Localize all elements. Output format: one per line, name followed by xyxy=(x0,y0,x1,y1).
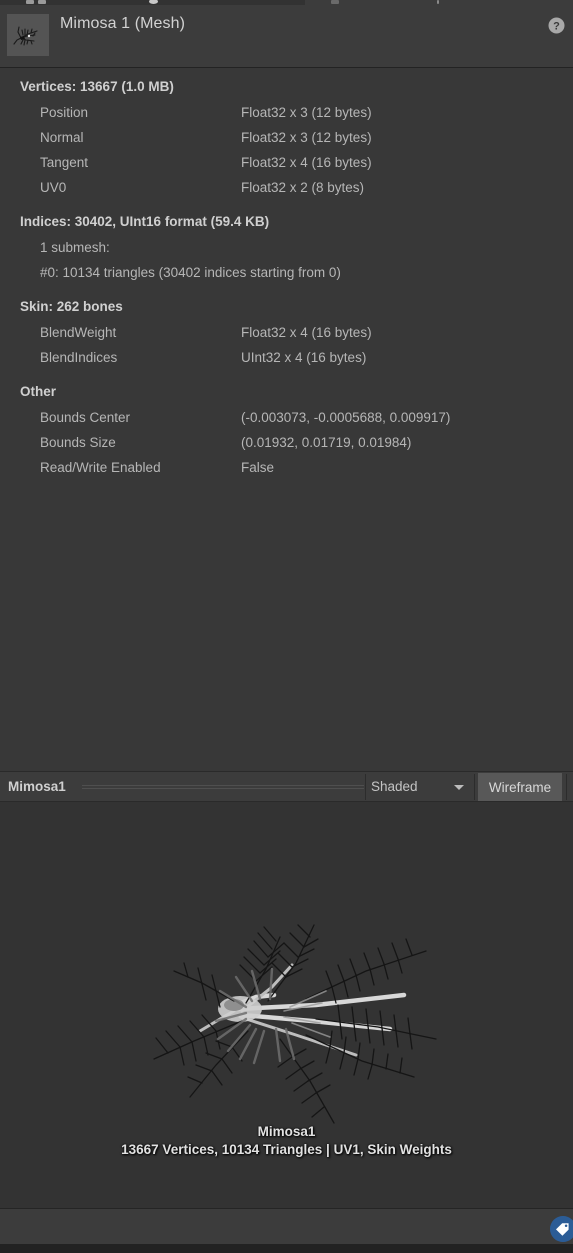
shading-mode-dropdown[interactable]: Shaded xyxy=(366,773,472,801)
page-title: Mimosa 1 (Mesh) xyxy=(60,15,186,32)
chevron-down-icon xyxy=(454,785,464,790)
mesh-thumbnail-icon[interactable] xyxy=(7,14,49,56)
row-label-uv0: UV0 xyxy=(40,180,67,195)
group-title-vertices: Vertices: 13667 (1.0 MB) xyxy=(20,79,174,94)
group-title-indices: Indices: 30402, UInt16 format (59.4 KB) xyxy=(20,214,270,229)
unity-inspector-window: Mimosa 1 (Mesh) ? Vertices: 13667 (1.0 M… xyxy=(0,0,573,1253)
row-value-uv0: Float32 x 2 (8 bytes) xyxy=(241,180,365,195)
row-value-blendindices: UInt32 x 4 (16 bytes) xyxy=(241,350,367,365)
object-header: Mimosa 1 (Mesh) ? xyxy=(0,5,573,68)
preview-object-name: Mimosa1 xyxy=(8,779,66,794)
mesh-preview-viewport[interactable]: Mimosa1 13667 Vertices, 10134 Triangles … xyxy=(0,802,573,1208)
tag-icon[interactable] xyxy=(550,1216,573,1242)
row-label-read-write: Read/Write Enabled xyxy=(40,460,161,475)
row-value-bounds-size: (0.01932, 0.01719, 0.01984) xyxy=(241,435,412,450)
mesh-info-body: Vertices: 13667 (1.0 MB) Position Float3… xyxy=(0,69,573,771)
row-submesh-count: 1 submesh: xyxy=(40,240,110,255)
row-value-read-write: False xyxy=(241,460,275,475)
row-label-blendindices: BlendIndices xyxy=(40,350,118,365)
wireframe-button[interactable]: Wireframe xyxy=(478,773,562,801)
wireframe-button-label: Wireframe xyxy=(488,779,552,795)
inspector-icon xyxy=(330,0,339,4)
shading-mode-label: Shaded xyxy=(371,779,418,794)
svg-text:?: ? xyxy=(553,20,560,32)
row-value-normal: Float32 x 3 (12 bytes) xyxy=(241,130,372,145)
preview-overlay-stats: 13667 Vertices, 10134 Triangles | UV1, S… xyxy=(121,1142,452,1157)
preview-drag-handle[interactable] xyxy=(82,785,364,790)
preview-toolbar: Mimosa1 Shaded Wireframe xyxy=(0,771,573,802)
group-title-skin: Skin: 262 bones xyxy=(20,299,123,314)
row-label-blendweight: BlendWeight xyxy=(40,325,117,340)
row-value-tangent: Float32 x 4 (16 bytes) xyxy=(241,155,372,170)
row-value-blendweight: Float32 x 4 (16 bytes) xyxy=(241,325,372,340)
row-label-tangent: Tangent xyxy=(40,155,89,170)
inspector-icon-2 xyxy=(436,0,439,4)
row-submesh-0: #0: 10134 triangles (30402 indices start… xyxy=(40,265,341,280)
project-icon xyxy=(148,0,158,4)
window-footer-strip xyxy=(0,1244,573,1253)
hierarchy-icon xyxy=(26,0,34,4)
group-title-other: Other xyxy=(20,384,57,399)
preview-overlay-name: Mimosa1 xyxy=(257,1124,316,1139)
row-label-bounds-center: Bounds Center xyxy=(40,410,131,425)
preview-overlay-info: Mimosa1 13667 Vertices, 10134 Triangles … xyxy=(0,1123,573,1159)
row-label-position: Position xyxy=(40,105,89,120)
row-label-normal: Normal xyxy=(40,130,84,145)
hierarchy-icon-2 xyxy=(38,0,46,4)
help-icon[interactable]: ? xyxy=(548,17,565,34)
row-value-position: Float32 x 3 (12 bytes) xyxy=(241,105,372,120)
toolbar-separator-2 xyxy=(474,774,475,800)
toolbar-separator-3 xyxy=(566,774,567,800)
row-label-bounds-size: Bounds Size xyxy=(40,435,116,450)
row-value-bounds-center: (-0.003073, -0.0005688, 0.009917) xyxy=(241,410,451,425)
status-bar xyxy=(0,1208,573,1244)
